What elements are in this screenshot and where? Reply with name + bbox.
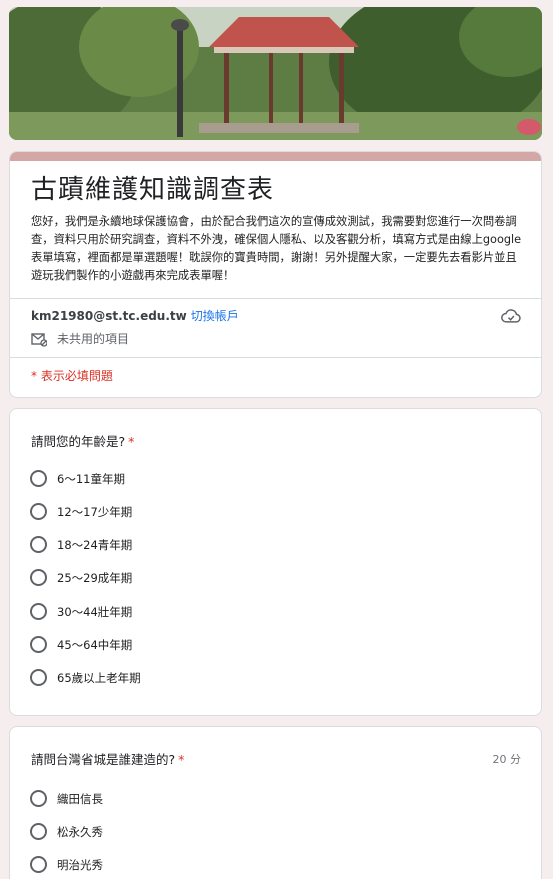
radio-option[interactable]: 松永久秀 (30, 823, 103, 840)
radio-circle[interactable] (30, 470, 47, 487)
not-shared-label: 未共用的項目 (57, 332, 130, 346)
radio-circle[interactable] (30, 790, 47, 807)
header-banner-image (9, 7, 542, 140)
switch-account-link[interactable]: 切換帳戶 (191, 309, 239, 323)
question-card-castle: 請問台灣省城是誰建造的? * 20 分 織田信長 松永久秀 明治光秀 (9, 726, 542, 879)
radio-circle[interactable] (30, 856, 47, 873)
required-asterisk: * (178, 752, 185, 767)
radio-option[interactable]: 12～17少年期 (30, 503, 132, 520)
option-label: 明治光秀 (57, 857, 103, 872)
radio-option[interactable]: 18～24青年期 (30, 536, 132, 553)
required-asterisk: * (128, 434, 135, 449)
not-shared-row: 未共用的項目 (31, 330, 129, 347)
option-label: 18～24青年期 (57, 537, 133, 552)
divider (10, 298, 541, 299)
option-label: 松永久秀 (57, 824, 103, 839)
question-title: 請問台灣省城是誰建造的? * (31, 749, 184, 768)
option-label: 25～29成年期 (57, 570, 133, 585)
radio-circle[interactable] (30, 636, 47, 653)
form-title: 古蹟維護知識調查表 (31, 175, 275, 205)
required-note: * 表示必填問題 (31, 369, 113, 383)
radio-circle[interactable] (30, 536, 47, 553)
points-label: 20 分 (492, 753, 522, 766)
radio-circle[interactable] (30, 669, 47, 686)
form-description: 您好，我們是永續地球保護協會，由於配合我們這次的宣傳成效測試，我需要對您進行一次… (31, 215, 522, 282)
radio-option[interactable]: 25～29成年期 (30, 569, 132, 586)
radio-option[interactable]: 30～44壯年期 (30, 603, 132, 620)
radio-circle[interactable] (30, 823, 47, 840)
divider (10, 357, 541, 358)
option-label: 30～44壯年期 (57, 604, 133, 619)
radio-circle[interactable] (30, 503, 47, 520)
option-label: 45～64中年期 (57, 637, 133, 652)
cloud-saved-icon[interactable] (501, 307, 521, 325)
option-label: 12～17少年期 (57, 504, 133, 519)
form-header-card: 古蹟維護知識調查表 您好，我們是永續地球保護協會，由於配合我們這次的宣傳成效測試… (9, 151, 542, 398)
question-title-text: 請問台灣省城是誰建造的? (31, 752, 176, 767)
option-label: 6～11童年期 (57, 471, 125, 486)
radio-option[interactable]: 織田信長 (30, 790, 103, 807)
radio-option[interactable]: 明治光秀 (30, 856, 103, 873)
header-accent-bar (10, 152, 541, 161)
question-card-age: 請問您的年齡是? * 6～11童年期 12～17少年期 18～24青年期 25～2… (9, 408, 542, 716)
mail-not-shared-icon (31, 332, 47, 347)
account-line: km21980@st.tc.edu.tw 切換帳戶 (31, 307, 239, 324)
radio-option[interactable]: 45～64中年期 (30, 636, 132, 653)
radio-option[interactable]: 65歲以上老年期 (30, 669, 141, 686)
account-email: km21980@st.tc.edu.tw (31, 309, 187, 323)
option-label: 織田信長 (57, 791, 103, 806)
question-title-text: 請問您的年齡是? (31, 434, 126, 449)
question-title: 請問您的年齡是? * (31, 431, 134, 450)
radio-option[interactable]: 6～11童年期 (30, 470, 125, 487)
option-label: 65歲以上老年期 (57, 670, 141, 685)
radio-circle[interactable] (30, 603, 47, 620)
radio-circle[interactable] (30, 569, 47, 586)
